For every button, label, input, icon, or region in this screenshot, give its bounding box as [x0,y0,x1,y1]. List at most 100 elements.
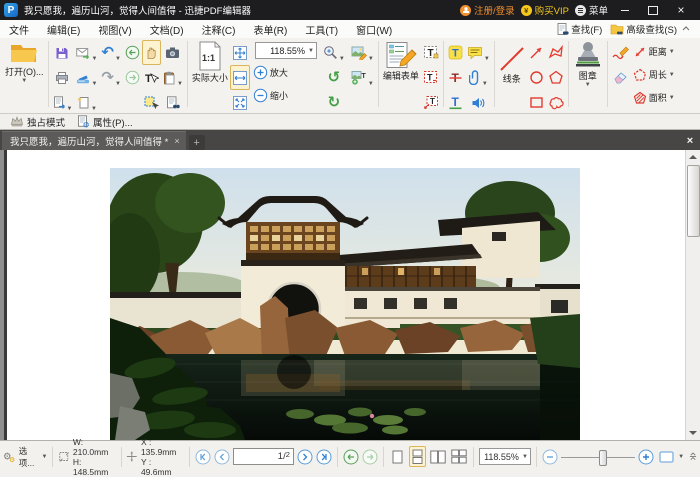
open-button[interactable]: 打开(O)... ▼ [3,40,46,85]
ellipse-tool-button[interactable] [527,65,546,90]
stamp-tool-button[interactable]: 图章 ▼ [571,40,605,89]
line-tool-button[interactable]: 线条 [497,40,527,86]
cloud-tool-button[interactable] [546,90,566,115]
find-button[interactable]: 查找(F) [554,21,605,37]
fit-visible-button[interactable] [230,90,250,115]
callout-text-button[interactable]: T [421,90,441,115]
zoom-in-button[interactable]: 放大 [253,61,319,84]
rotate-left-button[interactable]: ↺ [321,65,347,90]
tab-close-icon[interactable]: × [174,136,179,146]
sticky-note-button[interactable]: ▼ [465,40,492,65]
measure-distance-button[interactable]: 距离 ▼ [633,40,675,63]
new-tab-button[interactable]: + [188,135,205,150]
print-button[interactable] [51,65,75,90]
fullscreen-button[interactable] [657,449,675,465]
select-text-button[interactable]: T [142,65,161,90]
next-page-button[interactable] [297,449,313,465]
add-image-text-button[interactable]: T ▼ [349,65,376,90]
menu-comment[interactable]: 注释(C) [193,20,245,38]
app-menu-button[interactable]: 菜单 [574,3,608,17]
email-button[interactable]: ▼ [74,40,99,65]
advanced-find-button[interactable]: 高级查找(S) [607,21,680,37]
measure-perimeter-button[interactable]: 周长 ▼ [633,63,675,86]
properties-button[interactable]: ⚙ 属性(P)... [73,115,137,129]
edit-image-button[interactable]: ▼ [349,40,376,65]
close-button[interactable]: × [670,2,692,18]
new-document-button[interactable]: ▼ [74,90,99,115]
minimize-button[interactable] [614,2,636,18]
go-forward-button[interactable] [123,65,142,90]
measure-area-button[interactable]: 面积 ▼ [633,86,675,109]
scan-button[interactable]: ▼ [74,65,99,90]
find-in-doc-button[interactable] [161,90,185,115]
zoom-slider-thumb[interactable] [598,449,607,466]
collapse-statusbar-icon[interactable] [689,451,697,462]
edit-form-button[interactable]: 编辑表单 [381,40,421,83]
next-view-button[interactable] [362,449,378,465]
undo-button[interactable]: ↶ ▼ [99,40,123,65]
typewriter-text-button[interactable]: T [421,65,441,90]
menu-window[interactable]: 窗口(W) [347,20,401,38]
fit-width-button[interactable] [229,65,250,90]
menu-edit[interactable]: 编辑(E) [38,20,89,38]
menu-view[interactable]: 视图(V) [89,20,140,38]
loupe-tool-button[interactable]: ▼ [321,40,347,65]
options-button[interactable]: ⚙ ⚙ 选项... ▼ [3,445,47,469]
collapse-toolbar-icon[interactable] [682,25,690,33]
status-zoom-in-button[interactable] [638,449,654,465]
continuous-layout-button[interactable] [408,446,426,467]
buy-vip-button[interactable]: ¥ 购买VIP [520,3,569,17]
rotate-right-button[interactable]: ↻ [321,90,347,115]
rectangle-tool-button[interactable] [527,90,546,115]
maximize-button[interactable] [642,2,664,18]
snapshot-button[interactable] [161,40,185,65]
fullscreen-dropdown-icon[interactable]: ▼ [678,454,684,460]
page-number-input[interactable]: 1/2 [232,448,294,465]
exclusive-mode-button[interactable]: 独占模式 [6,115,69,129]
menu-tools[interactable]: 工具(T) [296,20,347,38]
go-back-button[interactable] [123,40,142,65]
export-button[interactable]: ▼ [51,90,75,115]
add-textbox-button[interactable]: T [421,40,441,65]
scrollbar-thumb[interactable] [687,165,700,237]
select-area-button[interactable] [142,90,161,115]
pdf-page[interactable] [4,150,686,440]
two-page-continuous-layout-button[interactable] [450,446,468,467]
previous-view-button[interactable] [343,449,359,465]
first-page-button[interactable] [195,449,211,465]
zoom-level-combo[interactable]: 118.55% ▼ [253,40,319,61]
menu-file[interactable]: 文件 [0,20,38,38]
scroll-up-button[interactable] [686,150,700,163]
two-page-layout-button[interactable] [429,446,447,467]
eraser-tool-button[interactable] [610,65,631,90]
fit-page-button[interactable] [230,40,250,65]
underline-text-button[interactable]: T [446,90,465,115]
arrow-tool-button[interactable] [527,40,546,65]
polyline-tool-button[interactable] [546,40,566,65]
hand-tool-button[interactable] [141,40,161,65]
save-button[interactable] [51,40,75,65]
actual-size-button[interactable]: 1:1 实际大小 [190,40,230,85]
single-page-layout-button[interactable] [389,446,406,467]
strikeout-text-button[interactable]: T [446,65,465,90]
attach-file-button[interactable]: ▼ [465,65,492,90]
highlight-text-button[interactable]: T [446,40,465,65]
menu-form[interactable]: 表单(R) [244,20,296,38]
redo-button[interactable]: ↷ ▼ [99,65,123,90]
paste-button[interactable]: ▼ [161,65,185,90]
zoom-slider[interactable] [560,449,636,466]
last-page-button[interactable] [316,449,332,465]
polygon-tool-button[interactable] [546,65,566,90]
previous-page-button[interactable] [214,449,230,465]
login-button[interactable]: 注册/登录 [460,3,515,17]
status-zoom-combo[interactable]: 118.55% ▼ [478,448,531,465]
menu-document[interactable]: 文档(D) [141,20,193,38]
document-tab[interactable]: 我只愿我，遍历山河，觉得人间值得 * × [2,131,186,150]
scroll-down-button[interactable] [686,427,700,440]
status-zoom-out-button[interactable] [542,449,558,465]
pencil-tool-button[interactable] [610,40,631,65]
zoom-out-button[interactable]: 缩小 [253,84,319,107]
add-sound-button[interactable] [465,90,492,115]
vertical-scrollbar[interactable] [685,150,700,440]
close-document-button[interactable]: × [683,134,697,148]
